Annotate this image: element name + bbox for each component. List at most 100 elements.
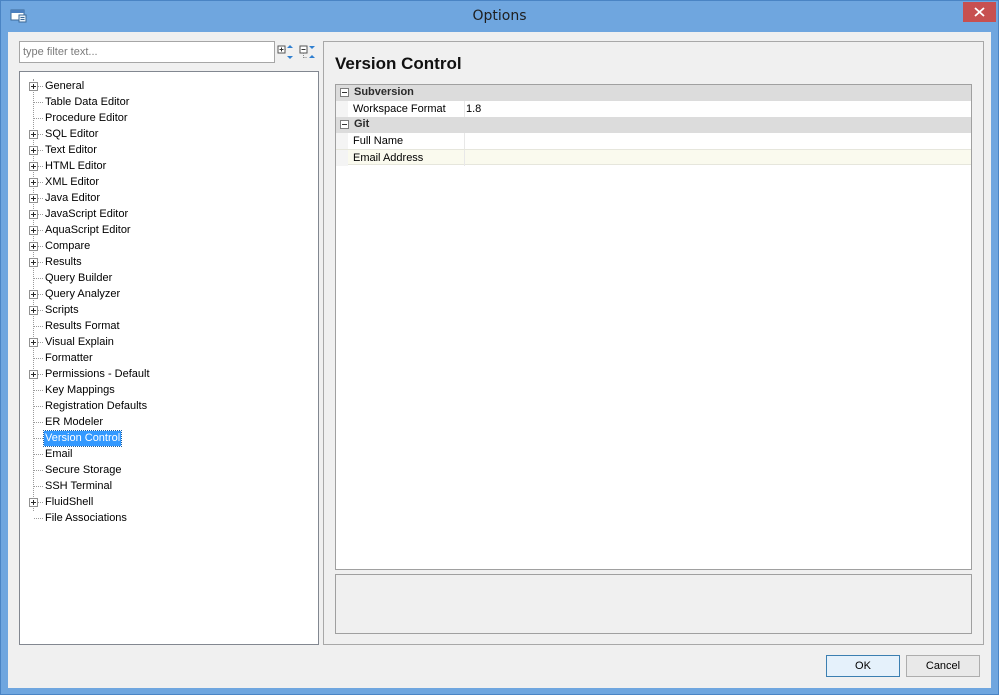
- category-label: Git: [354, 118, 370, 130]
- expand-icon[interactable]: [29, 162, 38, 171]
- tree-item-label: AquaScript Editor: [45, 224, 131, 236]
- tree-item-version-control[interactable]: Version Control: [20, 430, 318, 447]
- tree-item-sql-editor[interactable]: SQL Editor: [20, 126, 318, 142]
- category-row-subversion[interactable]: Subversion: [336, 85, 971, 101]
- expand-icon[interactable]: [29, 130, 38, 139]
- property-value[interactable]: 1.8: [466, 103, 481, 115]
- tree-item-label: Results: [45, 256, 82, 268]
- tree-item-email[interactable]: Email: [20, 446, 318, 462]
- tree-item-label: Visual Explain: [45, 336, 114, 348]
- expand-icon[interactable]: [29, 258, 38, 267]
- options-tree[interactable]: General Table Data Editor Procedure Editor…: [19, 71, 319, 645]
- property-grid[interactable]: Subversion Workspace Format 1.8 Git Full…: [335, 84, 972, 570]
- tree-item-scripts[interactable]: Scripts: [20, 302, 318, 318]
- tree-item-label: Java Editor: [45, 192, 101, 204]
- ok-button[interactable]: OK: [826, 655, 900, 677]
- tree-item-formatter[interactable]: Formatter: [20, 350, 318, 366]
- tree-item-label: HTML Editor: [45, 160, 107, 172]
- expand-icon[interactable]: [29, 338, 38, 347]
- tree-item-registration-defaults[interactable]: Registration Defaults: [20, 398, 318, 414]
- collapse-icon[interactable]: [340, 120, 349, 129]
- expand-icon[interactable]: [29, 178, 38, 187]
- tree-item-label: Permissions - Default: [45, 368, 150, 380]
- tree-item-visual-explain[interactable]: Visual Explain: [20, 334, 318, 350]
- tree-item-table-data-editor[interactable]: Table Data Editor: [20, 94, 318, 110]
- tree-item-label: Table Data Editor: [45, 96, 130, 108]
- tree-item-fluidshell[interactable]: FluidShell: [20, 494, 318, 510]
- tree-item-label: SSH Terminal: [45, 480, 113, 492]
- tree-item-java-editor[interactable]: Java Editor: [20, 190, 318, 206]
- tree-item-label: Procedure Editor: [45, 112, 128, 124]
- collapse-icon[interactable]: [340, 88, 349, 97]
- property-name: Email Address: [353, 152, 424, 164]
- expand-icon[interactable]: [29, 290, 38, 299]
- cancel-button[interactable]: Cancel: [906, 655, 980, 677]
- expand-icon[interactable]: [29, 498, 38, 507]
- tree-item-label: Formatter: [45, 352, 93, 364]
- tree-item-key-mappings[interactable]: Key Mappings: [20, 382, 318, 398]
- tree-item-procedure-editor[interactable]: Procedure Editor: [20, 110, 318, 126]
- tree-item-label: SQL Editor: [45, 128, 99, 140]
- options-window: Options type filter text... General Tabl…: [0, 0, 999, 695]
- tree-item-javascript-editor[interactable]: JavaScript Editor: [20, 206, 318, 222]
- window-title: Options: [472, 8, 527, 24]
- tree-item-label: Key Mappings: [45, 384, 115, 396]
- expand-icon[interactable]: [29, 194, 38, 203]
- tree-item-aquascript-editor[interactable]: AquaScript Editor: [20, 222, 318, 238]
- expand-icon[interactable]: [29, 146, 38, 155]
- property-row-full-name[interactable]: Full Name: [336, 133, 971, 149]
- title-bar[interactable]: Options: [1, 1, 998, 32]
- tree-item-label: Results Format: [45, 320, 120, 332]
- tree-item-results[interactable]: Results: [20, 254, 318, 270]
- tree-item-label: Text Editor: [45, 144, 97, 156]
- property-name: Full Name: [353, 135, 404, 147]
- property-name: Workspace Format: [353, 103, 446, 115]
- tree-item-text-editor[interactable]: Text Editor: [20, 142, 318, 158]
- property-row-workspace-format[interactable]: Workspace Format 1.8: [336, 101, 971, 117]
- tree-item-secure-storage[interactable]: Secure Storage: [20, 462, 318, 478]
- tree-item-label: Registration Defaults: [45, 400, 148, 412]
- tree-item-label: ER Modeler: [45, 416, 104, 428]
- expand-icon[interactable]: [29, 242, 38, 251]
- expand-all-button[interactable]: [277, 43, 295, 61]
- tree-item-query-builder[interactable]: Query Builder: [20, 270, 318, 286]
- expand-icon[interactable]: [29, 370, 38, 379]
- tree-item-er-modeler[interactable]: ER Modeler: [20, 414, 318, 430]
- close-button[interactable]: [963, 2, 996, 22]
- tree-item-label: Secure Storage: [45, 464, 122, 476]
- category-row-git[interactable]: Git: [336, 117, 971, 133]
- tree-item-results-format[interactable]: Results Format: [20, 318, 318, 334]
- property-row-email-address[interactable]: Email Address: [336, 149, 971, 166]
- tree-item-file-associations[interactable]: File Associations: [20, 510, 318, 526]
- tree-item-label: XML Editor: [45, 176, 100, 188]
- tree-item-query-analyzer[interactable]: Query Analyzer: [20, 286, 318, 302]
- tree-item-label: File Associations: [45, 512, 127, 524]
- tree-item-label: Version Control: [42, 430, 123, 447]
- collapse-all-icon: [299, 45, 315, 58]
- tree-item-label: Query Analyzer: [45, 288, 121, 300]
- tree-item-label: Email: [45, 448, 73, 460]
- expand-icon[interactable]: [29, 210, 38, 219]
- tree-item-compare[interactable]: Compare: [20, 238, 318, 254]
- expand-icon[interactable]: [29, 82, 38, 91]
- tree-item-permissions-default[interactable]: Permissions - Default: [20, 366, 318, 382]
- tree-item-label: FluidShell: [45, 496, 94, 508]
- filter-input[interactable]: [19, 41, 275, 63]
- expand-icon[interactable]: [29, 226, 38, 235]
- expand-all-icon: [277, 45, 293, 59]
- tree-item-xml-editor[interactable]: XML Editor: [20, 174, 318, 190]
- description-area: [335, 574, 972, 634]
- tree-item-general[interactable]: General: [20, 78, 318, 94]
- tree-item-html-editor[interactable]: HTML Editor: [20, 158, 318, 174]
- expand-icon[interactable]: [29, 306, 38, 315]
- category-label: Subversion: [354, 86, 414, 98]
- settings-panel: Version Control Subversion Workspace For…: [323, 41, 984, 645]
- tree-item-label: Compare: [45, 240, 91, 252]
- tree-item-label: JavaScript Editor: [45, 208, 129, 220]
- close-icon: [974, 7, 985, 17]
- collapse-all-button[interactable]: [299, 43, 317, 61]
- dialog-client: General Table Data Editor Procedure Editor…: [8, 32, 991, 688]
- page-title: Version Control: [335, 54, 462, 73]
- tree-item-label: General: [45, 80, 85, 92]
- tree-item-ssh-terminal[interactable]: SSH Terminal: [20, 478, 318, 494]
